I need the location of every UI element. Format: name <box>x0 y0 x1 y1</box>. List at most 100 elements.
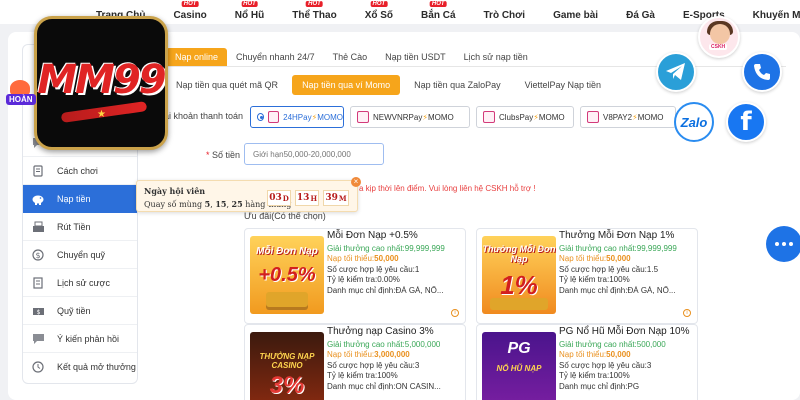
countdown-days: 03 D <box>267 190 291 206</box>
tab-qr[interactable]: Nạp tiền qua quét mã QR <box>166 75 288 95</box>
wallet-icon: $ <box>31 304 45 318</box>
cskh-avatar-button[interactable]: CSKH <box>698 16 740 58</box>
sidebar-item-quy-tien[interactable]: $ Quỹ tiền <box>23 297 137 325</box>
nav-ban-ca[interactable]: HOT Bắn Cá <box>421 0 456 21</box>
promo-max-value: 99,999,999 <box>404 243 445 253</box>
promo-min-value: 50,000 <box>606 350 631 360</box>
tab-zalopay[interactable]: Nạp tiền qua ZaloPay <box>404 75 511 95</box>
account-option-clubspay[interactable]: ClubsPay ⚡ MOMO <box>476 106 574 128</box>
account-option-newvnrpay[interactable]: NEWVNRPay ⚡ MOMO <box>350 106 470 128</box>
account-option-suffix: MOMO <box>427 112 454 122</box>
nav-casino[interactable]: HOT Casino <box>173 0 207 21</box>
svg-text:$: $ <box>36 309 40 316</box>
nav-label: Thể Thao <box>292 9 337 21</box>
promo-max-label: Giải thưởng cao nhất: <box>559 243 637 253</box>
coins-icon <box>266 292 308 310</box>
tab-chuyen-nhanh[interactable]: Chuyển nhanh 24/7 <box>227 48 324 66</box>
hoan-badge[interactable]: HOÀN <box>6 80 36 110</box>
promo-category: Danh mục chỉ định:ĐÁ GÀ, NỔ... <box>559 285 676 295</box>
promo-check: Tỷ lệ kiểm tra:100% <box>559 371 630 381</box>
zalo-button[interactable]: Zalo <box>674 102 714 142</box>
nav-khuyen-mai[interactable]: Khuyến Mãi <box>753 10 800 21</box>
sidebar-item-nap-tien[interactable]: Nạp tiền <box>23 185 137 213</box>
deposit-channel-tabs: Nạp tiền qua quét mã QR Nạp tiền qua ví … <box>166 74 615 96</box>
nav-game-bai[interactable]: Game bài <box>553 10 598 21</box>
promo-min-value: 50,000 <box>374 254 399 264</box>
popup-title: Ngày hội viên <box>144 186 206 196</box>
facebook-button[interactable]: f <box>726 102 766 142</box>
sidebar-item-chuyen-quy[interactable]: $ Chuyển quỹ <box>23 241 137 269</box>
popup-day: 15 <box>215 199 227 209</box>
nav-da-ga[interactable]: Đá Gà <box>626 10 655 21</box>
tab-nap-online[interactable]: Nạp online <box>166 48 228 66</box>
promo-max-label: Giải thưởng cao nhất: <box>559 339 637 349</box>
momo-logo-icon <box>357 111 369 123</box>
live-chat-button[interactable] <box>766 226 800 262</box>
tab-nap-usdt[interactable]: Nạp tiền USDT <box>376 48 455 66</box>
promo-info: Mỗi Đơn Nạp +0.5% Giải thưởng cao nhất:9… <box>327 230 465 297</box>
nav-label: Trò Chơi <box>483 9 526 21</box>
feedback-icon <box>31 332 45 346</box>
popup-day: 25 <box>231 199 243 209</box>
book-icon <box>31 164 45 178</box>
radio-selected-icon <box>257 113 265 121</box>
info-icon[interactable]: i <box>451 309 459 317</box>
nav-label: Khuyến Mãi <box>752 9 800 21</box>
sidebar-item-cach-choi[interactable]: Cách chơi <box>23 157 137 185</box>
nav-the-thao[interactable]: HOT Thể Thao <box>292 0 337 21</box>
telegram-button[interactable] <box>656 52 696 92</box>
hot-badge: HOT <box>429 0 447 7</box>
promo-card[interactable]: Mỗi Đơn Nạp +0.5% Mỗi Đơn Nạp +0.5% Giải… <box>244 228 466 324</box>
telegram-icon <box>666 63 685 80</box>
nav-no-hu[interactable]: HOT Nổ Hũ <box>235 0 264 21</box>
coins-icon <box>490 298 548 310</box>
promo-wager: Số cược hợp lệ yêu cầu:1 <box>327 264 420 274</box>
promo-wager: Số cược hợp lệ yêu cầu:3 <box>327 360 420 370</box>
nav-xo-so[interactable]: HOT Xổ Số <box>365 0 393 21</box>
tab-lich-su-nap[interactable]: Lịch sử nạp tiền <box>455 48 537 66</box>
promo-category: Danh mục chỉ định:ON CASIN... <box>327 381 441 391</box>
account-option-v8pay2[interactable]: V8PAY2 ⚡ MOMO <box>580 106 676 128</box>
deposit-method-tabs: Nạp online Chuyển nhanh 24/7 Thẻ Cào Nạp… <box>166 44 537 66</box>
account-option-24hpay[interactable]: 24HPay ⚡ MOMO <box>250 106 344 128</box>
nav-tro-choi[interactable]: Trò Chơi <box>484 10 526 21</box>
promo-min-label: Nạp tối thiểu: <box>327 254 375 264</box>
logo-text: MM99 <box>37 57 165 103</box>
sidebar-item-label: Ý kiến phản hồi <box>57 333 120 344</box>
promo-title: Thưởng Mỗi Đơn Nạp 1% <box>559 230 675 241</box>
promo-info: Thưởng Mỗi Đơn Nạp 1% Giải thưởng cao nh… <box>559 230 697 297</box>
countdown-value: 03 <box>269 193 282 203</box>
tab-momo[interactable]: Nạp tiền qua ví Momo <box>292 75 401 95</box>
promo-image-text: THƯỞNG NẠP CASINO <box>259 352 315 370</box>
promo-image: THƯỞNG NẠP CASINO 3% <box>250 332 324 400</box>
account-option-suffix: MOMO <box>317 112 343 122</box>
hot-badge: HOT <box>181 0 199 7</box>
info-icon[interactable]: i <box>683 309 691 317</box>
promo-wager: Số cược hợp lệ yêu cầu:1.5 <box>559 264 659 274</box>
star-icon: ★ <box>97 109 106 120</box>
close-icon[interactable]: × <box>351 177 361 187</box>
promo-image-text: Thưởng Mỗi Đơn Nạp <box>482 244 556 264</box>
account-option-name: NEWVNRPay <box>373 112 423 122</box>
tab-the-cao[interactable]: Thẻ Cào <box>324 48 377 66</box>
sidebar-item-ket-qua-mo-thuong[interactable]: Kết quả mở thưởng <box>23 353 137 381</box>
promo-card[interactable]: PG NỔ HŨ NẠP PG Nổ Hũ Mỗi Đơn Nạp 10% Gi… <box>476 324 698 400</box>
phone-icon <box>754 64 770 80</box>
sidebar-item-lich-su-cuoc[interactable]: Lịch sử cược <box>23 269 137 297</box>
promo-info: Thưởng nạp Casino 3% Giải thưởng cao nhấ… <box>327 326 465 393</box>
promo-info: PG Nổ Hũ Mỗi Đơn Nạp 10% Giải thưởng cao… <box>559 326 697 393</box>
promo-image-value: 1% <box>500 270 538 300</box>
phone-button[interactable] <box>742 52 782 92</box>
tab-viettelpay[interactable]: ViettelPay Nạp tiền <box>515 75 611 95</box>
account-label: ài khoản thanh toán <box>164 111 244 121</box>
sidebar-item-y-kien-phan-hoi[interactable]: Ý kiến phản hồi <box>23 325 137 353</box>
account-option-suffix: MOMO <box>538 112 565 122</box>
hot-badge: HOT <box>241 0 258 7</box>
promo-image-value: 3% <box>269 372 305 399</box>
sidebar-item-rut-tien[interactable]: Rút Tiền <box>23 213 137 241</box>
promo-min-label: Nạp tối thiểu: <box>559 254 607 264</box>
promo-card[interactable]: Thưởng Mỗi Đơn Nạp 1% Thưởng Mỗi Đơn Nạp… <box>476 228 698 324</box>
promo-card[interactable]: THƯỞNG NẠP CASINO 3% Thưởng nạp Casino 3… <box>244 324 466 400</box>
amount-input[interactable] <box>244 143 384 165</box>
popup-prefix: Quay số mùng <box>144 200 205 209</box>
